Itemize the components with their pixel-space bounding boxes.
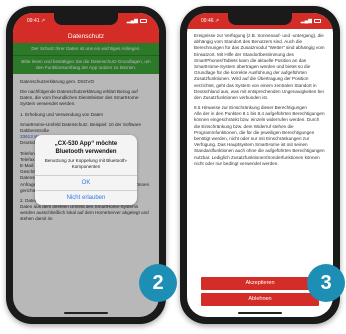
bluetooth-permission-dialog: „CX-530 App“ möchte Bluetooth verwenden … bbox=[35, 135, 137, 205]
notch bbox=[228, 13, 292, 25]
status-icons: ▂▄▆ bbox=[301, 18, 321, 24]
permissions-text[interactable]: Ereignisse zur Verfügung (z.B. Sonnenauf… bbox=[187, 29, 333, 175]
dialog-message: Benutzung zur Koppelung mit Bluetooth-Ko… bbox=[44, 158, 128, 169]
accept-button[interactable]: Akzeptieren bbox=[201, 277, 319, 290]
screen-left: 09:41 ↗ ▂▄▆ Datenschutz Der Schutz Ihrer… bbox=[13, 13, 159, 317]
reject-button[interactable]: Ablehnen bbox=[201, 293, 319, 306]
status-icons: ▂▄▆ bbox=[127, 18, 147, 24]
battery-icon bbox=[140, 19, 147, 23]
signal-icon: ▂▄▆ bbox=[300, 18, 312, 24]
home-indicator bbox=[64, 312, 108, 314]
notch bbox=[54, 13, 118, 25]
step-badge-3: 3 bbox=[307, 264, 345, 302]
paragraph: Alle der in den Punkten 8.1 bis 8.4 aufg… bbox=[194, 111, 325, 166]
deny-button[interactable]: Nicht erlauben bbox=[35, 189, 137, 205]
status-time: 09:46 ↗ bbox=[201, 18, 220, 24]
home-indicator bbox=[238, 312, 282, 314]
ok-button[interactable]: OK bbox=[35, 174, 137, 190]
page-title: Datenschutz bbox=[13, 29, 159, 43]
battery-icon bbox=[314, 19, 321, 23]
step-badge-2: 2 bbox=[139, 264, 177, 302]
signal-icon: ▂▄▆ bbox=[126, 18, 138, 24]
paragraph: Ereignisse zur Verfügung (z.B. Sonnenauf… bbox=[194, 33, 325, 100]
status-time: 09:41 ↗ bbox=[27, 18, 46, 24]
dialog-title: „CX-530 App“ möchte Bluetooth verwenden bbox=[54, 141, 118, 155]
